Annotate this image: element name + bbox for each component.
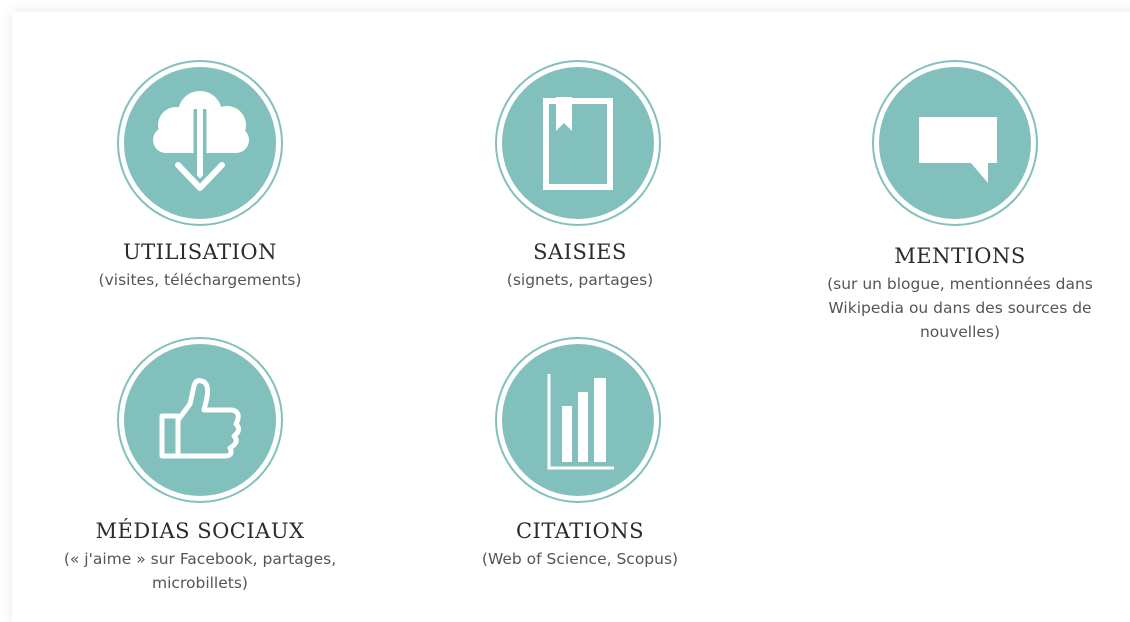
thumbs-up-icon [159, 378, 242, 459]
bar-chart-icon [547, 374, 614, 470]
icon-badge [117, 337, 283, 503]
metric-mentions: MENTIONS (sur un blogue, mentionnées dan… [790, 60, 1130, 360]
metric-title: UTILISATION [122, 240, 278, 264]
metric-citations: CITATIONS (Web of Science, Scopus) [440, 337, 720, 597]
metric-title: MÉDIAS SOCIAUX [95, 519, 305, 543]
icon-badge [495, 60, 661, 226]
metric-title: CITATIONS [515, 519, 645, 543]
metric-title: MENTIONS [894, 244, 1026, 268]
bookmark-icon [543, 97, 613, 190]
metric-subtitle: (sur un blogue, mentionnées dans Wikiped… [827, 275, 1093, 341]
icon-badge [117, 60, 283, 226]
metric-saisies: SAISIES (signets, partages) [440, 60, 720, 300]
metric-subtitle: (Web of Science, Scopus) [481, 550, 679, 568]
speech-bubble-icon [919, 117, 997, 183]
metric-utilisation: UTILISATION (visites, téléchargements) [60, 60, 340, 300]
metric-title: SAISIES [533, 240, 627, 264]
metric-subtitle: (signets, partages) [506, 271, 654, 289]
cloud-download-icon [153, 91, 249, 198]
metric-medias-sociaux: MÉDIAS SOCIAUX (« j'aime » sur Facebook,… [40, 337, 360, 607]
icon-badge [872, 60, 1038, 226]
metric-subtitle: (visites, téléchargements) [98, 271, 302, 289]
metric-subtitle: (« j'aime » sur Facebook, partages, micr… [63, 550, 337, 592]
icon-badge [495, 337, 661, 503]
